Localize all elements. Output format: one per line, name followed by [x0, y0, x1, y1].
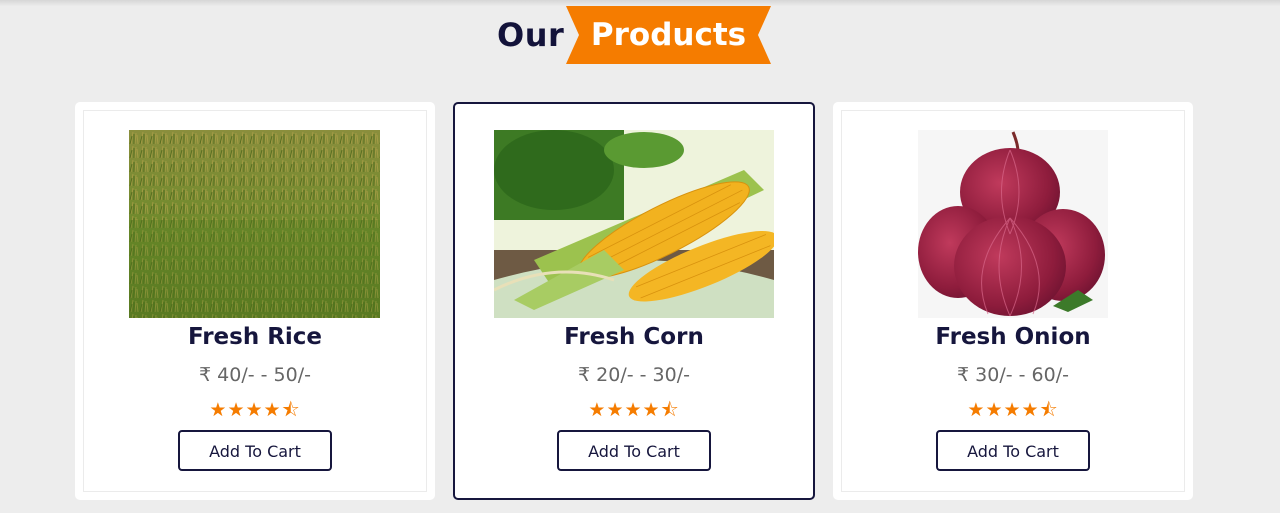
product-name: Fresh Rice — [187, 324, 323, 350]
product-price: ₹ 20/- - 30/- — [578, 364, 690, 386]
star-half-icon: ⯪ — [281, 399, 301, 421]
rating-stars: ★★★★⯪ — [455, 396, 813, 428]
star-icon: ★ — [263, 399, 282, 421]
star-icon: ★ — [1021, 399, 1040, 421]
heading-products-badge: Products — [566, 6, 771, 64]
star-icon: ★ — [624, 399, 643, 421]
section-heading: Our Products — [0, 6, 1280, 66]
rating-stars: ★★★★⯪ — [833, 396, 1193, 428]
product-card-corn: Fresh Corn ₹ 20/- - 30/- ★★★★⯪ Add To Ca… — [453, 102, 815, 500]
add-to-cart-button[interactable]: Add To Cart — [178, 430, 332, 471]
star-icon: ★ — [245, 399, 264, 421]
star-icon: ★ — [209, 399, 228, 421]
star-icon: ★ — [1003, 399, 1022, 421]
product-card-onion: Fresh Onion ₹ 30/- - 60/- ★★★★⯪ Add To C… — [833, 102, 1193, 500]
rating-stars: ★★★★⯪ — [75, 396, 435, 428]
star-icon: ★ — [227, 399, 246, 421]
add-to-cart-button[interactable]: Add To Cart — [936, 430, 1090, 471]
star-icon: ★ — [967, 399, 986, 421]
product-card-rice: Fresh Rice ₹ 40/- - 50/- ★★★★⯪ Add To Ca… — [75, 102, 435, 500]
star-half-icon: ⯪ — [660, 399, 680, 421]
star-half-icon: ⯪ — [1039, 399, 1059, 421]
star-icon: ★ — [606, 399, 625, 421]
corn-cobs-image — [494, 130, 774, 318]
rice-field-image — [129, 130, 380, 318]
star-icon: ★ — [642, 399, 661, 421]
red-onions-image — [918, 130, 1108, 318]
star-icon: ★ — [588, 399, 607, 421]
heading-our: Our — [497, 16, 565, 54]
heading-products: Products — [590, 17, 747, 53]
add-to-cart-button[interactable]: Add To Cart — [557, 430, 711, 471]
product-name: Fresh Onion — [935, 324, 1091, 350]
star-icon: ★ — [985, 399, 1004, 421]
product-name: Fresh Corn — [564, 324, 704, 350]
product-price: ₹ 40/- - 50/- — [199, 364, 311, 386]
product-price: ₹ 30/- - 60/- — [957, 364, 1069, 386]
